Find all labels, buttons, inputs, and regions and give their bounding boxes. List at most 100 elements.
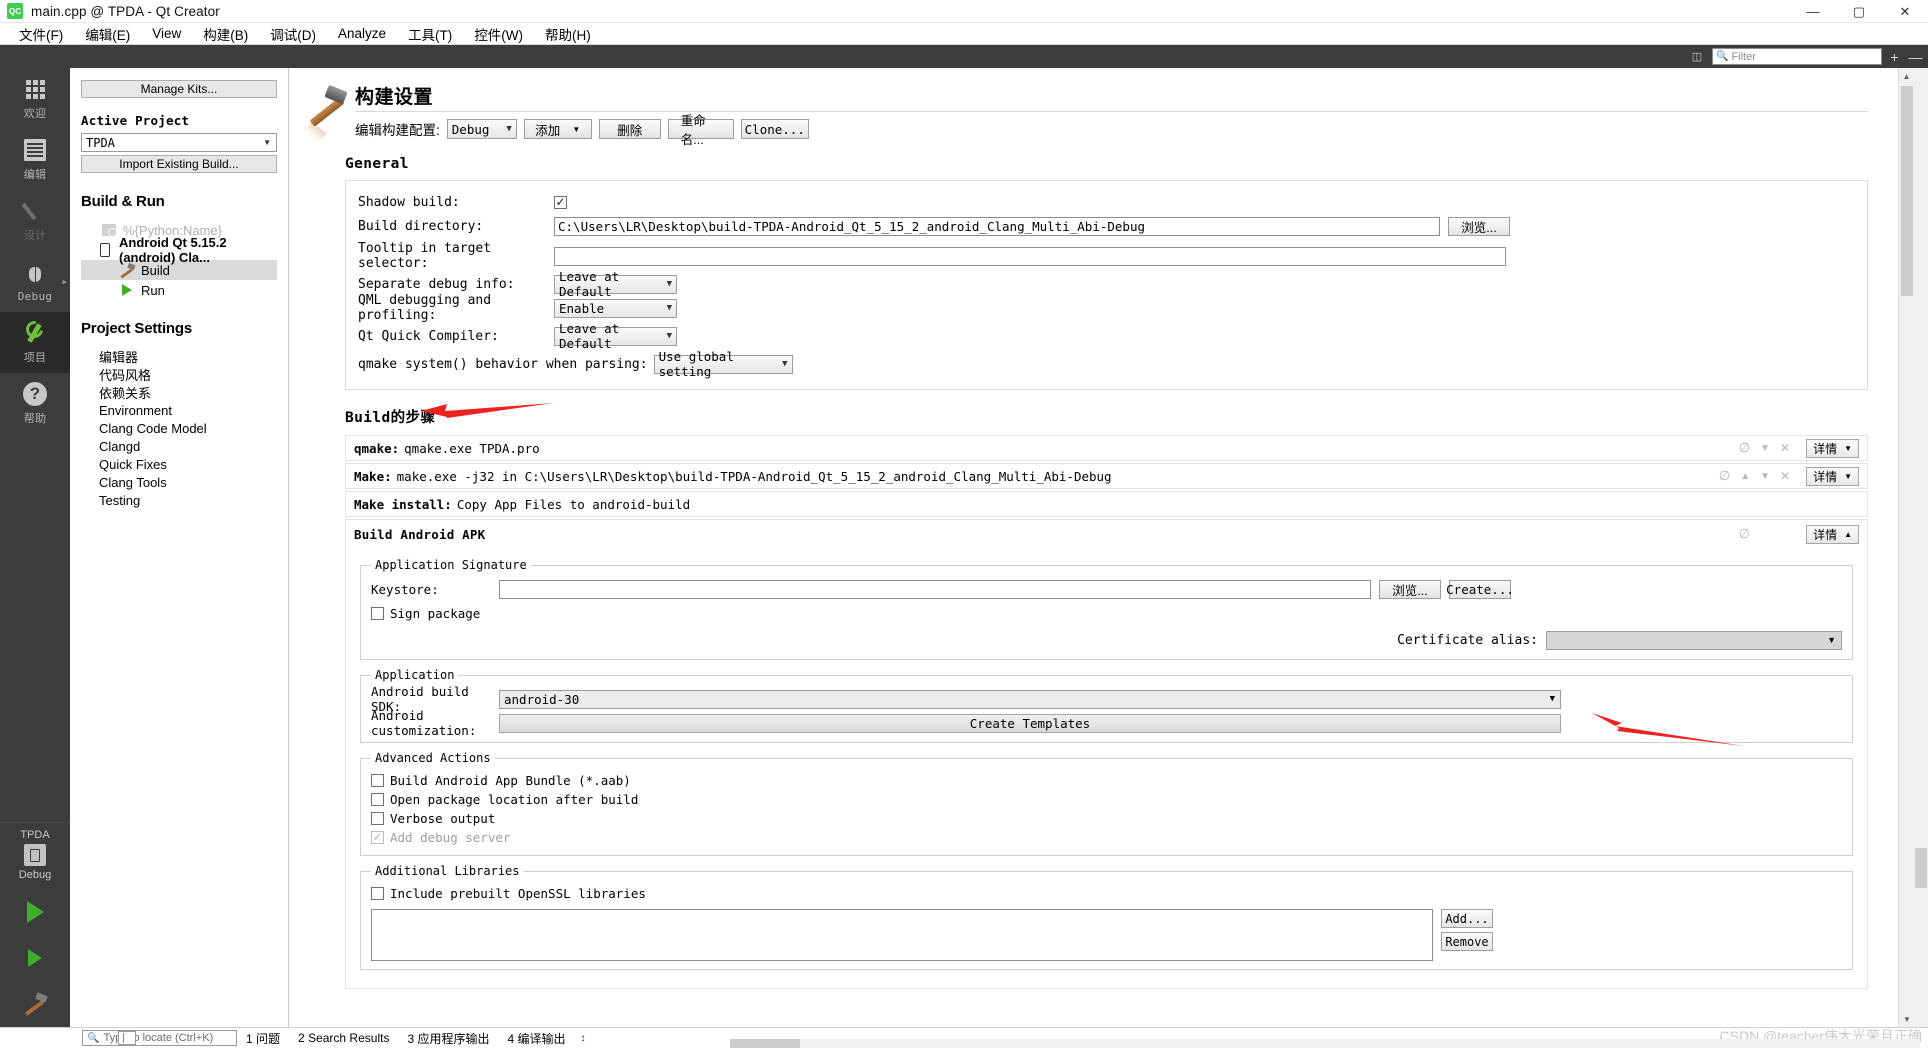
scroll-down-icon[interactable]: ▼	[1899, 1011, 1915, 1027]
run-button[interactable]	[0, 889, 70, 935]
build-step-make[interactable]: Make: make.exe -j32 in C:\Users\LR\Deskt…	[345, 463, 1868, 489]
mode-edit[interactable]: 编辑	[0, 129, 70, 190]
active-project-combo[interactable]: TPDA ▼	[81, 133, 277, 152]
sidebar-item-testing[interactable]: Testing	[81, 491, 277, 509]
build-button[interactable]	[0, 981, 70, 1027]
menu-analyze[interactable]: Analyze	[327, 24, 397, 43]
menu-file[interactable]: 文件(F)	[8, 22, 74, 46]
output-pane-compile-output[interactable]: 4 编译输出	[499, 1030, 575, 1047]
qt-quick-compiler-select[interactable]: Leave at Default ▼	[554, 321, 677, 351]
menu-view[interactable]: View	[141, 24, 192, 43]
output-pane-issues[interactable]: 1 问题	[237, 1030, 289, 1047]
build-directory-browse-button[interactable]: 浏览...	[1448, 216, 1510, 236]
bottom-horizontal-scrollbar[interactable]	[730, 1039, 1920, 1048]
move-up-icon[interactable]: ▲	[1740, 471, 1750, 482]
rename-config-button[interactable]: 重命名...	[667, 114, 734, 147]
menu-tools[interactable]: 工具(T)	[397, 22, 463, 46]
updown-arrows-icon[interactable]: ↕	[575, 1033, 592, 1044]
content-scroll-thumb[interactable]	[1901, 86, 1913, 296]
mode-welcome[interactable]: 欢迎	[0, 68, 70, 129]
mode-design[interactable]: 设计	[0, 190, 70, 251]
window-scrollbar[interactable]	[1914, 68, 1928, 1027]
apk-details-button[interactable]: 详情 ▲	[1806, 524, 1859, 544]
import-existing-build-button[interactable]: Import Existing Build...	[81, 155, 277, 173]
qml-debug-select[interactable]: Enable ▼	[554, 298, 677, 318]
menu-window[interactable]: 控件(W)	[463, 22, 534, 46]
remove-config-button[interactable]: 删除	[598, 119, 661, 139]
locator-input[interactable]: 🔍 Type to locate (Ctrl+K)	[82, 1030, 237, 1046]
keystore-create-button[interactable]: Create...	[1446, 579, 1514, 599]
sidebar-item-quick-fixes[interactable]: Quick Fixes	[81, 455, 277, 473]
disable-step-icon[interactable]: ∅	[1719, 468, 1730, 484]
add-config-button[interactable]: 添加 ▼	[523, 119, 592, 139]
sidebar-toggle-button[interactable]	[118, 1031, 136, 1045]
remove-step-icon[interactable]: ✕	[1780, 469, 1790, 483]
menu-build[interactable]: 构建(B)	[192, 22, 259, 46]
mode-help[interactable]: ? 帮助	[0, 373, 70, 434]
filter-input[interactable]: 🔍 Filter	[1712, 48, 1882, 65]
certificate-alias-select[interactable]: ▼	[1546, 630, 1842, 650]
output-pane-search-results[interactable]: 2 Search Results	[289, 1031, 398, 1045]
build-step-qmake[interactable]: qmake: qmake.exe TPDA.pro ∅ ▼ ✕ 详情 ▼	[345, 435, 1868, 461]
remove-step-icon[interactable]: ✕	[1780, 441, 1790, 455]
build-directory-input[interactable]: C:\Users\LR\Desktop\build-TPDA-Android_Q…	[554, 216, 1440, 236]
disable-step-icon[interactable]: ∅	[1739, 526, 1750, 542]
build-android-apk-header[interactable]: Build Android APK ∅ 详情 ▲	[346, 520, 1867, 548]
target-android[interactable]: Android Qt 5.15.2 (android) Cla...	[81, 235, 277, 265]
sidebar-item-run[interactable]: Run	[81, 280, 277, 300]
split-editor-icon[interactable]: ◫	[1688, 49, 1706, 65]
build-run-heading: Build & Run	[81, 193, 165, 210]
tooltip-input[interactable]	[554, 246, 1506, 266]
move-down-icon[interactable]: ▼	[1760, 443, 1770, 454]
sidebar-item-clang-tools[interactable]: Clang Tools	[81, 473, 277, 491]
manage-kits-button[interactable]: Manage Kits...	[81, 80, 277, 98]
add-library-button[interactable]: Add...	[1441, 909, 1493, 928]
remove-library-button[interactable]: Remove	[1441, 932, 1493, 951]
menu-debug[interactable]: 调试(D)	[259, 22, 327, 46]
add-filter-button[interactable]: +	[1886, 48, 1903, 65]
create-templates-button[interactable]: Create Templates	[499, 713, 1561, 733]
include-openssl-checkbox[interactable]	[371, 887, 384, 900]
clone-config-button[interactable]: Clone...	[740, 119, 809, 139]
build-aab-checkbox[interactable]	[371, 774, 384, 787]
content-scrollbar[interactable]: ▲ ▼	[1898, 68, 1914, 1027]
scroll-up-icon[interactable]: ▲	[1899, 68, 1914, 84]
keystore-browse-button[interactable]: 浏览...	[1379, 579, 1441, 599]
android-build-sdk-select[interactable]: android-30 ▼	[499, 689, 1561, 709]
sidebar-item-clang-code-model[interactable]: Clang Code Model	[81, 419, 277, 437]
tooltip-label: Tooltip in target selector:	[358, 241, 492, 271]
window-scroll-thumb[interactable]	[1915, 848, 1927, 888]
separate-debug-select[interactable]: Leave at Default ▼	[554, 269, 677, 299]
menu-edit[interactable]: 编辑(E)	[74, 22, 141, 46]
open-package-location-checkbox[interactable]	[371, 793, 384, 806]
disable-step-icon[interactable]: ∅	[1739, 440, 1750, 456]
sign-package-checkbox[interactable]	[371, 607, 384, 620]
remove-filter-button[interactable]: —	[1907, 48, 1924, 65]
build-step-qmake-details-button[interactable]: 详情 ▼	[1806, 438, 1859, 458]
sidebar-item-dependencies[interactable]: 依赖关系	[81, 383, 277, 401]
libraries-list[interactable]	[371, 909, 1433, 961]
sidebar-item-editor[interactable]: 编辑器	[81, 347, 277, 365]
target-selector[interactable]: TPDA Debug	[0, 822, 70, 889]
shadow-build-checkbox[interactable]	[554, 195, 567, 209]
sidebar-item-code-style[interactable]: 代码风格	[81, 365, 277, 383]
verbose-output-checkbox[interactable]	[371, 812, 384, 825]
chevron-down-icon: ▼	[666, 331, 672, 341]
build-config-select[interactable]: Debug ▼	[446, 119, 517, 139]
keystore-input[interactable]	[499, 579, 1371, 599]
minimize-button[interactable]: —	[1790, 0, 1836, 23]
sidebar-item-environment[interactable]: Environment	[81, 401, 277, 419]
menu-help[interactable]: 帮助(H)	[534, 22, 602, 46]
close-button[interactable]: ✕	[1882, 0, 1928, 23]
build-step-make-details-button[interactable]: 详情 ▼	[1806, 466, 1859, 486]
output-pane-app-output[interactable]: 3 应用程序输出	[398, 1030, 498, 1047]
mode-projects[interactable]: 项目	[0, 312, 70, 373]
build-step-make-install[interactable]: Make install: Copy App Files to android-…	[345, 491, 1868, 517]
maximize-button[interactable]: ▢	[1836, 0, 1882, 23]
sidebar-item-clangd[interactable]: Clangd	[81, 437, 277, 455]
move-down-icon[interactable]: ▼	[1760, 471, 1770, 482]
qmake-system-select[interactable]: Use global setting ▼	[653, 349, 793, 379]
bottom-scroll-thumb[interactable]	[730, 1039, 800, 1048]
mode-debug[interactable]: Debug ▸	[0, 251, 70, 312]
debug-button[interactable]	[0, 935, 70, 981]
